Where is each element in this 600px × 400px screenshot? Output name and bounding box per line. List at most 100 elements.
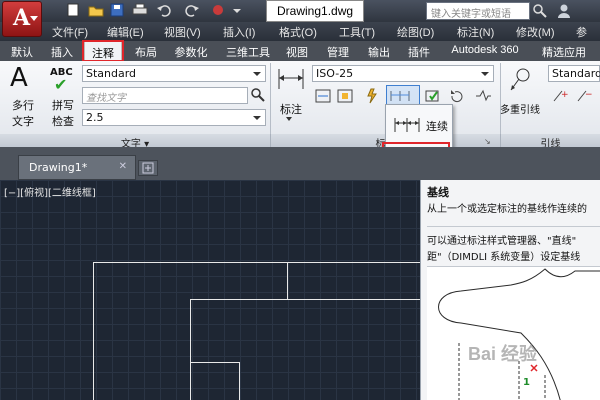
document-tab-strip: Drawing1* ✕ <box>0 147 600 180</box>
tab-manage[interactable]: 管理 <box>320 41 356 61</box>
quick-dimension-icon[interactable] <box>314 87 332 105</box>
drawing-canvas[interactable] <box>0 180 420 400</box>
menu-edit[interactable]: 编辑(E) <box>107 24 144 40</box>
drawing-line <box>190 362 240 363</box>
new-file-icon[interactable] <box>66 3 82 17</box>
ribbon-tab-bar: 默认 插入 注释 布局 参数化 三维工具 视图 管理 输出 插件 Autodes… <box>0 41 600 61</box>
drawing-line <box>190 299 191 400</box>
tooltip-title: 基线 <box>427 186 449 199</box>
chevron-down-icon <box>253 72 261 76</box>
menu-modify[interactable]: 修改(M) <box>516 24 555 40</box>
multileader-icon <box>508 67 532 93</box>
search-input[interactable]: 键入关键字或短语 <box>426 2 530 20</box>
command-tooltip: 基线 从上一个或选定标注的基线作连续的 可以通过标注样式管理器、"直线" 距"（… <box>420 180 600 400</box>
watermark-logo: Bai 经验 <box>468 344 538 364</box>
update-dimension-icon[interactable] <box>448 87 466 105</box>
qa-dropdown-icon[interactable] <box>232 3 248 17</box>
title-bar: A Drawing1.dwg 键入关键字或短语 <box>0 0 600 37</box>
multileader-label: 多重引线 <box>500 105 540 116</box>
drawing-line <box>239 362 240 400</box>
continue-option[interactable]: 连续 <box>390 109 450 141</box>
dimension-style-value: ISO-25 <box>316 67 354 80</box>
save-icon[interactable] <box>110 3 126 17</box>
ribbon: A 多行 文字 ABC ✔ 拼写 检查 Standard 查找文字 2.5 文字… <box>0 61 600 150</box>
multiline-text-label-2: 文字 <box>12 115 34 128</box>
multiline-text-label-1: 多行 <box>12 99 34 112</box>
new-tab-icon[interactable] <box>138 160 158 176</box>
text-height-select[interactable]: 2.5 <box>82 109 266 126</box>
tooltip-detail-line-1: 可以通过标注样式管理器、"直线" <box>427 236 577 247</box>
checkmark-icon: ✔ <box>54 75 68 94</box>
text-height-value: 2.5 <box>86 111 104 124</box>
tab-layout[interactable]: 布局 <box>128 41 164 61</box>
tab-featured-apps[interactable]: 精选应用 <box>534 41 594 61</box>
viewport-controls[interactable]: [−][俯视][二维线框] <box>4 184 96 199</box>
menu-draw[interactable]: 绘图(D) <box>397 24 434 40</box>
jogged-linear-icon[interactable] <box>474 87 492 105</box>
drawing-line <box>287 262 288 300</box>
drawing-line <box>93 262 420 263</box>
open-folder-icon[interactable] <box>88 3 104 17</box>
close-icon[interactable]: ✕ <box>119 161 127 172</box>
spell-check-label-2: 检查 <box>52 115 74 128</box>
tooltip-divider <box>427 226 600 227</box>
continue-dimension-icon <box>392 115 422 135</box>
find-text-input[interactable]: 查找文字 <box>82 87 248 104</box>
add-leader-icon[interactable]: + <box>550 87 569 105</box>
spell-check-label-1: 拼写 <box>52 99 74 112</box>
document-tab-label: Drawing1* <box>29 161 88 174</box>
adjust-space-icon[interactable] <box>362 87 380 105</box>
dimension-break-icon[interactable] <box>336 87 354 105</box>
text-style-select[interactable]: Standard <box>82 65 266 82</box>
dimension-label: 标注 <box>280 103 302 116</box>
tab-insert[interactable]: 插入 <box>44 41 80 61</box>
dimension-style-select[interactable]: ISO-25 <box>312 65 494 82</box>
menu-view[interactable]: 视图(V) <box>164 24 201 40</box>
inspect-icon[interactable] <box>424 87 442 105</box>
chevron-down-icon <box>30 16 38 21</box>
tab-view[interactable]: 视图 <box>280 41 314 61</box>
panel-launcher-icon[interactable]: ↘ <box>484 137 491 146</box>
menu-insert[interactable]: 插入(I) <box>223 24 255 40</box>
redo-icon[interactable] <box>184 3 200 17</box>
tab-autodesk-360[interactable]: Autodesk 360 <box>442 41 528 61</box>
leader-panel-title[interactable]: 引线 <box>500 134 600 150</box>
application-menu-button[interactable]: A <box>2 1 42 37</box>
chevron-down-icon <box>286 117 292 121</box>
menu-format[interactable]: 格式(O) <box>279 24 317 40</box>
leader-style-value: Standard <box>552 67 600 80</box>
drawing-line <box>190 299 420 300</box>
share-icon[interactable] <box>210 3 226 17</box>
tab-default[interactable]: 默认 <box>4 41 40 61</box>
undo-icon[interactable] <box>156 3 172 17</box>
tooltip-description: 从上一个或选定标注的基线作连续的 <box>427 204 587 215</box>
text-style-value: Standard <box>86 67 137 80</box>
autocad-logo-icon: A <box>13 5 31 31</box>
multiline-text-icon: A <box>10 63 28 93</box>
user-icon[interactable] <box>556 3 572 19</box>
tab-annotate[interactable]: 注释 <box>84 41 122 61</box>
menu-bar: 文件(F) 编辑(E) 视图(V) 插入(I) 格式(O) 工具(T) 绘图(D… <box>0 22 600 41</box>
menu-dimension[interactable]: 标注(N) <box>457 24 494 40</box>
tab-output[interactable]: 输出 <box>362 41 396 61</box>
svg-text:−: − <box>585 90 592 100</box>
text-panel-title[interactable]: 文字 ▾ <box>0 134 270 150</box>
find-replace-icon[interactable] <box>249 86 267 104</box>
remove-leader-icon[interactable]: − <box>574 87 593 105</box>
tooltip-illustration: 1 <box>427 266 600 400</box>
menu-tools[interactable]: 工具(T) <box>339 24 375 40</box>
print-icon[interactable] <box>132 3 148 17</box>
menu-file[interactable]: 文件(F) <box>52 24 88 40</box>
menu-parametric[interactable]: 参 <box>576 24 587 40</box>
drawing-line <box>93 262 94 400</box>
document-tab[interactable]: Drawing1* ✕ <box>18 155 136 180</box>
tab-plugins[interactable]: 插件 <box>402 41 436 61</box>
continue-dimension-icon[interactable] <box>388 87 412 105</box>
tab-3d-tools[interactable]: 三维工具 <box>220 41 276 61</box>
document-title: Drawing1.dwg <box>266 0 364 22</box>
chevron-down-icon <box>253 116 261 120</box>
svg-text:+: + <box>561 90 568 100</box>
tab-parametric[interactable]: 参数化 <box>168 41 214 61</box>
search-icon[interactable] <box>532 3 548 19</box>
leader-style-select[interactable]: Standard <box>548 65 600 82</box>
